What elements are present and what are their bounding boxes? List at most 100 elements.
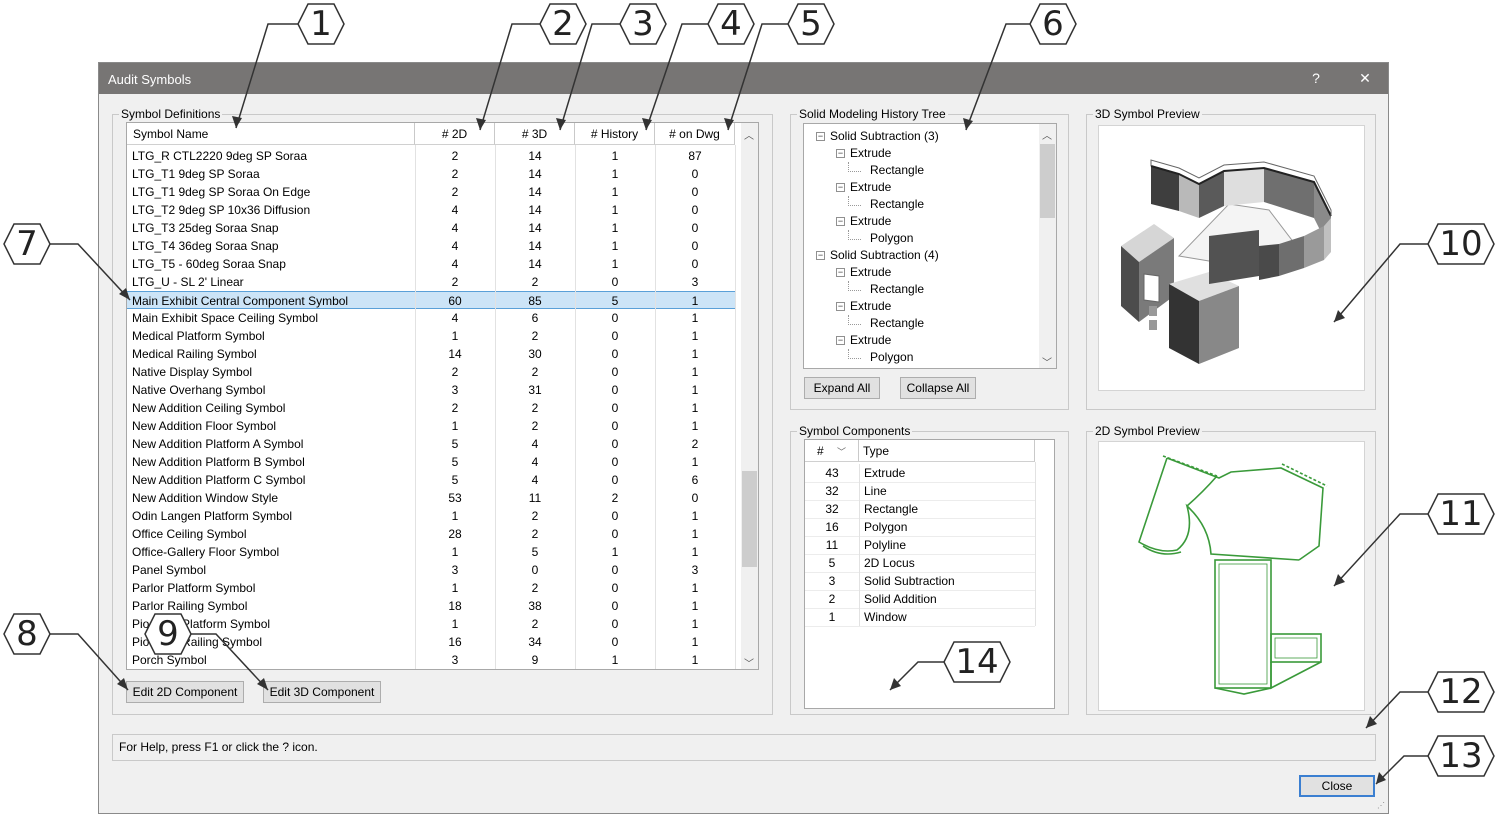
- tree-item[interactable]: Extrude: [850, 264, 891, 281]
- tree-scroll-down-icon[interactable]: ﹀: [1042, 354, 1052, 368]
- count-cell: 5: [451, 473, 459, 487]
- column-header-history[interactable]: # History: [575, 123, 655, 145]
- tree-item[interactable]: Rectangle: [870, 315, 924, 332]
- column-header-2d[interactable]: # 2D: [415, 123, 495, 145]
- tree-collapse-icon[interactable]: −: [816, 251, 825, 260]
- count-cell: 1: [611, 545, 619, 559]
- tree-item[interactable]: Polygon: [870, 349, 913, 366]
- table-row[interactable]: Panel Symbol 3 0 0 3: [127, 561, 735, 579]
- table-row[interactable]: LTG_T4 36deg Soraa Snap 4 14 1 0: [127, 237, 735, 255]
- tree-item[interactable]: Extrude: [850, 179, 891, 196]
- tree-item[interactable]: Extrude: [850, 145, 891, 162]
- tree-collapse-icon[interactable]: −: [836, 149, 845, 158]
- column-header-on-dwg[interactable]: # on Dwg: [655, 123, 735, 145]
- tree-item[interactable]: Polygon: [870, 230, 913, 247]
- table-row[interactable]: Odin Langen Platform Symbol 1 2 0 1: [127, 507, 735, 525]
- table-row[interactable]: LTG_T1 9deg SP Soraa On Edge 2 14 1 0: [127, 183, 735, 201]
- table-row[interactable]: Porch Symbol 3 9 1 1: [127, 651, 735, 669]
- column-header-count[interactable]: # ﹀: [805, 440, 859, 462]
- table-row[interactable]: LTG_T5 - 60deg Soraa Snap 4 14 1 0: [127, 255, 735, 273]
- collapse-all-button[interactable]: Collapse All: [900, 377, 976, 399]
- table-row[interactable]: LTG_R CTL2220 9deg SP Soraa 2 14 1 87: [127, 147, 735, 165]
- table-row[interactable]: Parlor Platform Symbol 1 2 0 1: [127, 579, 735, 597]
- symbol-name-cell: LTG_T5 - 60deg Soraa Snap: [132, 257, 286, 271]
- symbol-components-table[interactable]: # ﹀ Type 43 Extrude 32 Line 32 Rectangle 16 Pol…: [804, 439, 1055, 709]
- table-row[interactable]: Main Exhibit Central Component Symbol 60 8…: [127, 291, 735, 309]
- scroll-up-icon[interactable]: ︿: [744, 127, 754, 142]
- preview-2d-canvas[interactable]: [1098, 441, 1365, 711]
- tree-item[interactable]: Extrude: [850, 213, 891, 230]
- table-row[interactable]: LTG_U - SL 2' Linear 2 2 0 3: [127, 273, 735, 291]
- table-row[interactable]: New Addition Floor Symbol 1 2 0 1: [127, 417, 735, 435]
- tree-scrollbar[interactable]: ︿ ﹀: [1039, 124, 1056, 368]
- edit-3d-component-button[interactable]: Edit 3D Component: [263, 681, 381, 703]
- help-button[interactable]: ?: [1301, 67, 1331, 89]
- component-row[interactable]: 16 Polygon: [805, 518, 1035, 537]
- table-row[interactable]: Office Ceiling Symbol 28 2 0 1: [127, 525, 735, 543]
- component-row[interactable]: 3 Solid Subtraction: [805, 572, 1035, 591]
- history-tree[interactable]: − Solid Subtraction (3) − Extrude Rectangle −…: [803, 123, 1057, 369]
- component-row[interactable]: 11 Polyline: [805, 536, 1035, 555]
- column-header-symbol-name[interactable]: Symbol Name: [127, 123, 415, 145]
- count-cell: 5: [451, 437, 459, 451]
- component-row[interactable]: 43 Extrude: [805, 464, 1035, 483]
- component-type-cell: Line: [859, 482, 1035, 500]
- count-cell: 2: [531, 527, 539, 541]
- table-row[interactable]: LTG_T2 9deg SP 10x36 Diffusion 4 14 1 0: [127, 201, 735, 219]
- tree-collapse-icon[interactable]: −: [836, 302, 845, 311]
- table-row[interactable]: New Addition Platform B Symbol 5 4 0 1: [127, 453, 735, 471]
- table-row[interactable]: Medical Railing Symbol 14 30 0 1: [127, 345, 735, 363]
- resize-grip-icon[interactable]: ⋰: [1377, 801, 1385, 810]
- table-row[interactable]: Native Display Symbol 2 2 0 1: [127, 363, 735, 381]
- history-tree-label: Solid Modeling History Tree: [797, 107, 948, 121]
- column-header-type[interactable]: Type: [859, 440, 1035, 462]
- table-row[interactable]: Medical Platform Symbol 1 2 0 1: [127, 327, 735, 345]
- count-cell: 0: [611, 275, 619, 289]
- table-row[interactable]: LTG_T3 25deg Soraa Snap 4 14 1 0: [127, 219, 735, 237]
- table-row[interactable]: Parlor Railing Symbol 18 38 0 1: [127, 597, 735, 615]
- tree-collapse-icon[interactable]: −: [816, 132, 825, 141]
- tree-item[interactable]: Rectangle: [870, 162, 924, 179]
- table-row[interactable]: Office-Gallery Floor Symbol 1 5 1 1: [127, 543, 735, 561]
- table-row[interactable]: New Addition Platform C Symbol 5 4 0 6: [127, 471, 735, 489]
- table-row[interactable]: New Addition Platform A Symbol 5 4 0 2: [127, 435, 735, 453]
- count-cell: 1: [691, 419, 699, 433]
- tree-collapse-icon[interactable]: −: [836, 183, 845, 192]
- scroll-down-icon[interactable]: ﹀: [744, 655, 754, 669]
- component-row[interactable]: 32 Line: [805, 482, 1035, 501]
- preview-3d-canvas[interactable]: [1098, 125, 1365, 391]
- component-row[interactable]: 32 Rectangle: [805, 500, 1035, 519]
- column-header-3d[interactable]: # 3D: [495, 123, 575, 145]
- tree-collapse-icon[interactable]: −: [836, 268, 845, 277]
- tree-scroll-thumb[interactable]: [1040, 144, 1055, 218]
- table-row[interactable]: Main Exhibit Space Ceiling Symbol 4 6 0 1: [127, 309, 735, 327]
- table-row[interactable]: New Addition Window Style 53 11 2 0: [127, 489, 735, 507]
- table-row[interactable]: Native Overhang Symbol 3 31 0 1: [127, 381, 735, 399]
- symbol-definitions-table[interactable]: Symbol Name # 2D # 3D # History # on Dwg…: [126, 122, 759, 670]
- component-row[interactable]: 2 Solid Addition: [805, 590, 1035, 609]
- tree-collapse-icon[interactable]: −: [836, 336, 845, 345]
- count-cell: 2: [451, 149, 459, 163]
- component-count-cell: 43: [825, 466, 839, 480]
- scroll-thumb[interactable]: [742, 471, 757, 567]
- tree-item[interactable]: Solid Subtraction (4): [830, 247, 939, 264]
- table-row[interactable]: Pio chen Railing Symbol 16 34 0 1: [127, 633, 735, 651]
- tree-item[interactable]: Solid Subtraction (3): [830, 128, 939, 145]
- close-button[interactable]: Close: [1299, 775, 1375, 797]
- tree-item[interactable]: Rectangle: [870, 281, 924, 298]
- expand-all-button[interactable]: Expand All: [804, 377, 880, 399]
- table-row[interactable]: Pio chen Platform Symbol 1 2 0 1: [127, 615, 735, 633]
- component-row[interactable]: 1 Window: [805, 608, 1035, 627]
- tree-item[interactable]: Extrude: [850, 298, 891, 315]
- vertical-scrollbar[interactable]: ︿ ﹀: [741, 123, 758, 669]
- tree-collapse-icon[interactable]: −: [836, 217, 845, 226]
- table-row[interactable]: New Addition Ceiling Symbol 2 2 0 1: [127, 399, 735, 417]
- table-row[interactable]: LTG_T1 9deg SP Soraa 2 14 1 0: [127, 165, 735, 183]
- component-row[interactable]: 5 2D Locus: [805, 554, 1035, 573]
- title-bar[interactable]: Audit Symbols ? ✕: [99, 63, 1388, 94]
- tree-item[interactable]: Extrude: [850, 332, 891, 349]
- tree-scroll-up-icon[interactable]: ︿: [1042, 127, 1052, 142]
- close-x-icon[interactable]: ✕: [1350, 67, 1380, 89]
- edit-2d-component-button[interactable]: Edit 2D Component: [126, 681, 244, 703]
- tree-item[interactable]: Rectangle: [870, 196, 924, 213]
